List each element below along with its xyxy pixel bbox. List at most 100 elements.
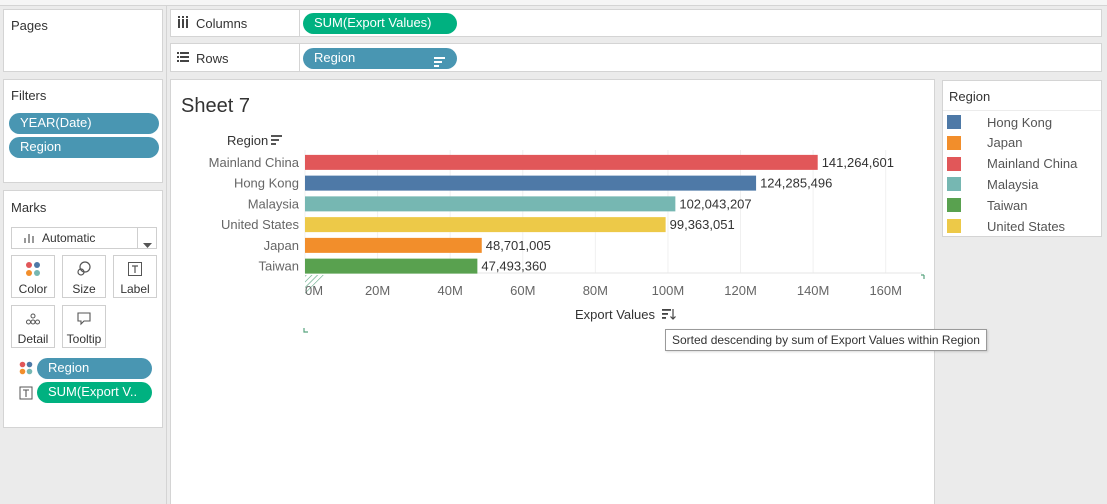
legend-title: Region <box>949 89 991 104</box>
filter-pill-region[interactable]: Region <box>9 137 159 158</box>
color-icon <box>12 261 54 281</box>
sort-tooltip: Sorted descending by sum of Export Value… <box>665 329 987 351</box>
x-tick-label: 80M <box>583 283 608 298</box>
legend-swatch <box>947 156 961 171</box>
divider <box>166 6 167 504</box>
data-label: 102,043,207 <box>679 196 751 211</box>
category-label: Malaysia <box>248 196 300 211</box>
bar[interactable] <box>305 237 482 253</box>
mark-type-label: Automatic <box>42 231 96 245</box>
selection-corner-marker <box>921 274 925 279</box>
detail-button[interactable]: Detail <box>11 305 55 348</box>
size-button[interactable]: Size <box>62 255 106 298</box>
columns-pill-export-values[interactable]: SUM(Export Values) <box>303 13 457 34</box>
columns-icon <box>177 16 189 31</box>
sheet-title: Sheet 7 <box>181 95 250 117</box>
category-label: Hong Kong <box>234 176 299 191</box>
color-label: Color <box>18 282 48 296</box>
legend-item[interactable]: Malaysia <box>947 174 1038 194</box>
data-label: 141,264,601 <box>822 155 894 170</box>
x-tick-label: 120M <box>724 283 757 298</box>
bar[interactable] <box>305 154 818 170</box>
legend-swatch <box>947 115 961 129</box>
columns-shelf-label: Columns <box>177 16 247 31</box>
marks-title: Marks <box>11 200 47 215</box>
legend-item[interactable]: Japan <box>947 133 1022 153</box>
legend-label: Japan <box>987 135 1023 151</box>
text-label-icon <box>114 261 156 281</box>
category-label: Mainland China <box>209 155 300 170</box>
rows-label: Rows <box>196 51 229 66</box>
x-tick-label: 100M <box>652 283 685 298</box>
sort-descending-icon[interactable] <box>662 309 676 320</box>
legend-label: United States <box>987 218 1066 234</box>
legend-label: Malaysia <box>987 176 1039 192</box>
legend-swatch <box>947 135 961 150</box>
bar[interactable] <box>305 196 676 212</box>
marks-pill-region[interactable]: Region <box>37 358 152 379</box>
bar[interactable] <box>305 175 757 191</box>
filters-panel: Filters YEAR(Date) Region <box>3 79 163 183</box>
bar[interactable] <box>305 217 666 233</box>
legend-title-divider <box>943 110 1101 111</box>
dropdown-divider <box>137 228 138 248</box>
tooltip-label: Tooltip <box>66 332 102 346</box>
size-icon <box>63 261 105 281</box>
color-icon <box>19 361 33 378</box>
filter-pill-year-date[interactable]: YEAR(Date) <box>9 113 159 134</box>
detail-label: Detail <box>17 332 49 346</box>
y-axis-title: Region <box>227 133 268 148</box>
tooltip-button[interactable]: Tooltip <box>62 305 106 348</box>
size-label: Size <box>72 282 96 296</box>
sort-descending-icon <box>434 53 445 69</box>
mark-type-dropdown[interactable]: Automatic <box>11 227 157 249</box>
legend-item[interactable]: Mainland China <box>947 154 1077 174</box>
filters-title: Filters <box>11 88 47 103</box>
legend-item[interactable]: United States <box>947 216 1065 236</box>
data-label: 48,701,005 <box>486 238 551 253</box>
rows-icon <box>177 51 189 66</box>
x-tick-label: 160M <box>869 283 902 298</box>
legend-item[interactable]: Hong Kong <box>947 112 1052 132</box>
marks-panel: Marks Automatic Color Size Label Detail <box>3 190 163 428</box>
rows-shelf: Rows Region <box>170 43 1102 72</box>
marks-pill-export-values[interactable]: SUM(Export V.. <box>37 382 152 403</box>
chevron-down-icon <box>143 236 152 251</box>
x-tick-label: 60M <box>510 283 535 298</box>
x-tick-label: 140M <box>797 283 830 298</box>
category-label: Taiwan <box>259 259 299 274</box>
legend-item[interactable]: Taiwan <box>947 195 1027 215</box>
legend-label: Taiwan <box>987 197 1028 213</box>
selection-corner-marker <box>303 328 308 333</box>
pages-panel: Pages <box>3 9 163 72</box>
x-tick-label: 0M <box>305 283 323 298</box>
rows-pill-region[interactable]: Region <box>303 48 457 69</box>
data-label: 47,493,360 <box>481 259 546 274</box>
shelf-divider <box>299 10 300 36</box>
pages-title: Pages <box>11 18 48 33</box>
shelf-divider <box>299 44 300 71</box>
legend-swatch <box>947 219 961 233</box>
sort-icon[interactable] <box>271 135 282 145</box>
color-button[interactable]: Color <box>11 255 55 298</box>
label-label: Label <box>120 282 150 296</box>
category-label: Japan <box>264 238 299 253</box>
bar[interactable] <box>305 258 478 274</box>
label-button[interactable]: Label <box>113 255 157 298</box>
text-label-icon <box>19 386 33 403</box>
bar-chart-icon <box>23 232 35 247</box>
x-axis-title: Export Values <box>575 307 655 322</box>
category-label: United States <box>221 217 300 232</box>
legend-swatch <box>947 198 961 213</box>
x-tick-label: 20M <box>365 283 390 298</box>
legend-swatch <box>947 177 961 192</box>
x-tick-label: 40M <box>438 283 463 298</box>
data-label: 124,285,496 <box>760 176 832 191</box>
legend-label: Hong Kong <box>987 114 1053 130</box>
detail-icon <box>12 311 54 331</box>
legend-label: Mainland China <box>987 156 1078 172</box>
tooltip-icon <box>63 311 105 331</box>
columns-label: Columns <box>196 16 248 31</box>
columns-shelf: Columns SUM(Export Values) <box>170 9 1102 37</box>
color-legend: Region Hong Kong Japan Mainland China Malay… <box>942 80 1102 237</box>
